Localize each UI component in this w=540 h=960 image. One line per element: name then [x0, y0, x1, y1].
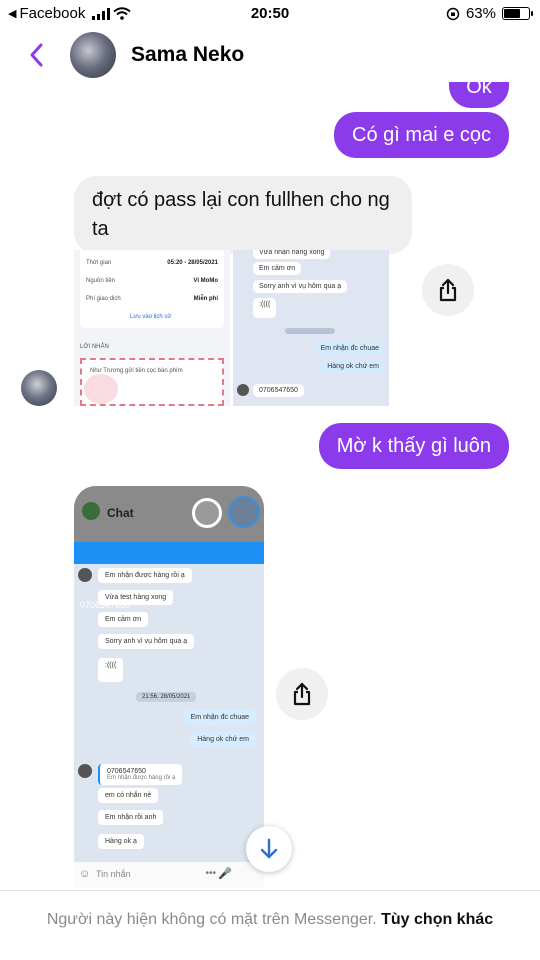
mic-icon: 🎤 — [218, 868, 232, 880]
contact-avatar[interactable] — [70, 32, 116, 78]
mini-message: Em nhận đc chuae — [183, 710, 256, 725]
mini-message: Em cảm ơn — [98, 612, 149, 627]
orientation-lock-icon — [446, 7, 460, 20]
chat-topbar: Chat — [74, 486, 264, 542]
reply-subtitle: Em nhận được hàng rồi ạ — [107, 775, 176, 781]
arrow-down-icon — [260, 838, 278, 859]
more-options-link[interactable]: Tùy chọn khác — [381, 911, 493, 928]
receipt-label: Nguồn tiền — [86, 278, 116, 284]
story-avatar — [192, 498, 222, 528]
receipt-value: Ví MoMo — [193, 278, 218, 284]
outgoing-message[interactable]: Mờ k thấy gì luôn — [318, 423, 509, 469]
share-button[interactable] — [422, 264, 474, 316]
battery-icon — [502, 7, 533, 20]
mini-avatar — [237, 384, 249, 396]
mini-message: Em nhận rồi anh — [98, 810, 164, 825]
status-bar: ◀ Facebook 20:50 63% — [0, 0, 540, 28]
notice-text: Người này hiện không có mặt trên Messeng… — [46, 911, 377, 928]
section-label: LỜI NHẮN — [80, 344, 109, 350]
mini-message: 0706547650 — [253, 384, 304, 397]
emoji-icon: ☺ — [79, 868, 91, 880]
receipt-card: Thời gian 05:20 - 28/05/2021 Nguồn tiền … — [80, 250, 224, 328]
mini-message: Vừa nhận hàng xong — [253, 250, 331, 259]
shared-image[interactable]: Vừa nhận hàng xong Em cảm ơn Sorry anh v… — [233, 250, 389, 406]
date-separator: 21:56, 28/05/2021 — [136, 692, 197, 702]
back-chevron-icon[interactable] — [24, 38, 50, 72]
mini-voice-message: :(((( — [253, 298, 277, 318]
share-icon — [293, 682, 311, 706]
reply-title: 0706547650 — [107, 768, 146, 775]
incoming-message[interactable]: đợt có pass lại con fullhen cho ng ta — [74, 176, 412, 254]
input-placeholder: Tin nhắn — [96, 869, 131, 879]
mini-message: Hàng ok chứ em — [321, 360, 385, 373]
mini-message: Vừa test hàng xong — [98, 590, 174, 605]
shared-image[interactable]: Chat 0706547650 Em nhận được hàng rồi ạ … — [74, 486, 264, 888]
mini-message: Em nhận đc chuae — [314, 342, 385, 355]
mini-avatar — [78, 568, 92, 582]
reply-quote: 0706547650 Em nhận được hàng rồi ạ — [98, 764, 183, 785]
scroll-to-bottom-button[interactable] — [246, 826, 292, 872]
mini-avatar — [82, 502, 100, 520]
mini-message: Hàng ok ạ — [98, 834, 144, 849]
heart-decoration — [84, 374, 118, 404]
receipt-value: Miễn phí — [193, 296, 218, 302]
mini-message: Sorry anh vì vụ hôm qua ạ — [253, 280, 348, 293]
contact-bar: 0706547650 — [74, 542, 264, 610]
mini-avatar — [78, 764, 92, 778]
chat-title: Chat — [107, 506, 134, 520]
mini-voice-message: :(((( — [98, 658, 124, 682]
unavailable-notice: Người này hiện không có mặt trên Messeng… — [0, 890, 540, 960]
save-link: Lưu vào lịch sử — [130, 314, 172, 320]
story-avatar — [228, 496, 260, 528]
sender-avatar[interactable] — [21, 370, 57, 406]
more-icon: ••• — [205, 868, 216, 879]
date-separator — [285, 328, 335, 334]
mini-message: Hàng ok chứ em — [190, 732, 256, 747]
contact-name[interactable]: Sama Neko — [131, 43, 244, 67]
mini-message: em có nhắn nè — [98, 788, 159, 803]
outgoing-message[interactable]: Có gì mai e cọc — [334, 112, 509, 158]
share-icon — [439, 278, 457, 302]
receipt-label: Thời gian — [86, 260, 112, 266]
receipt-label: Phí giao dịch — [86, 296, 121, 302]
battery-percent: 63% — [465, 5, 496, 22]
mini-message: Em nhận được hàng rồi ạ — [98, 568, 192, 583]
mini-input-bar: ☺ Tin nhắn ••• 🎤 — [74, 862, 264, 888]
mini-message: Em cảm ơn — [253, 262, 302, 275]
share-button[interactable] — [276, 668, 328, 720]
shared-image[interactable]: Thời gian 05:20 - 28/05/2021 Nguồn tiền … — [74, 250, 230, 406]
receipt-value: 05:20 - 28/05/2021 — [167, 260, 218, 266]
mini-message: Sorry anh vì vụ hôm qua ạ — [98, 634, 195, 649]
conversation-header: Sama Neko — [0, 28, 540, 82]
